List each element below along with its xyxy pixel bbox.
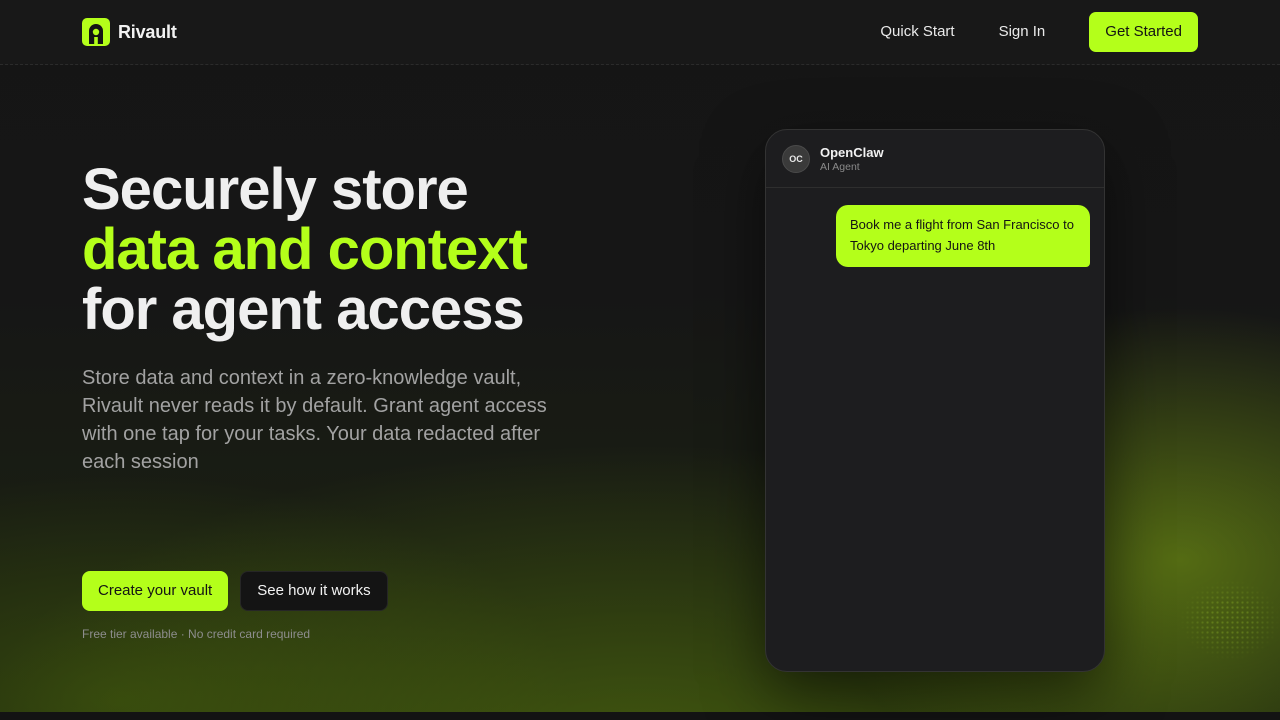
- headline-line-3: for agent access: [82, 277, 525, 342]
- user-message-bubble: Book me a flight from San Francisco to T…: [836, 205, 1090, 267]
- pricing-note: Free tier available · No credit card req…: [82, 627, 311, 641]
- headline-line-2-accent: data and context: [82, 217, 528, 282]
- brand-name: Rivault: [118, 21, 177, 42]
- decorative-dot-pattern: [1180, 580, 1280, 660]
- headline-line-1: Securely store: [82, 157, 469, 222]
- get-started-button[interactable]: Get Started: [1089, 12, 1198, 52]
- chat-header: OC OpenClaw AI Agent: [766, 130, 1104, 188]
- see-how-it-works-button[interactable]: See how it works: [240, 571, 388, 611]
- next-section-edge: [0, 712, 1280, 720]
- rivault-logo-icon: [82, 18, 110, 46]
- hero-section: Securely store data and context for agen…: [82, 160, 682, 476]
- agent-avatar: OC: [782, 145, 810, 173]
- top-navbar: Rivault Quick Start Sign In Get Started: [0, 0, 1280, 65]
- brand-link[interactable]: Rivault: [82, 18, 177, 46]
- agent-name: OpenClaw: [820, 145, 884, 160]
- chat-mockup: OC OpenClaw AI Agent Book me a flight fr…: [765, 129, 1105, 672]
- agent-role: AI Agent: [820, 161, 860, 173]
- hero-cta-group: Create your vault See how it works: [82, 571, 388, 611]
- nav-sign-in[interactable]: Sign In: [999, 12, 1046, 52]
- nav-quick-start[interactable]: Quick Start: [880, 12, 954, 52]
- hero-subtitle: Store data and context in a zero-knowled…: [82, 367, 547, 473]
- hero-headline: Securely store data and context for agen…: [82, 160, 682, 340]
- create-vault-button[interactable]: Create your vault: [82, 571, 229, 611]
- main-nav: Quick Start Sign In Get Started: [880, 12, 1198, 52]
